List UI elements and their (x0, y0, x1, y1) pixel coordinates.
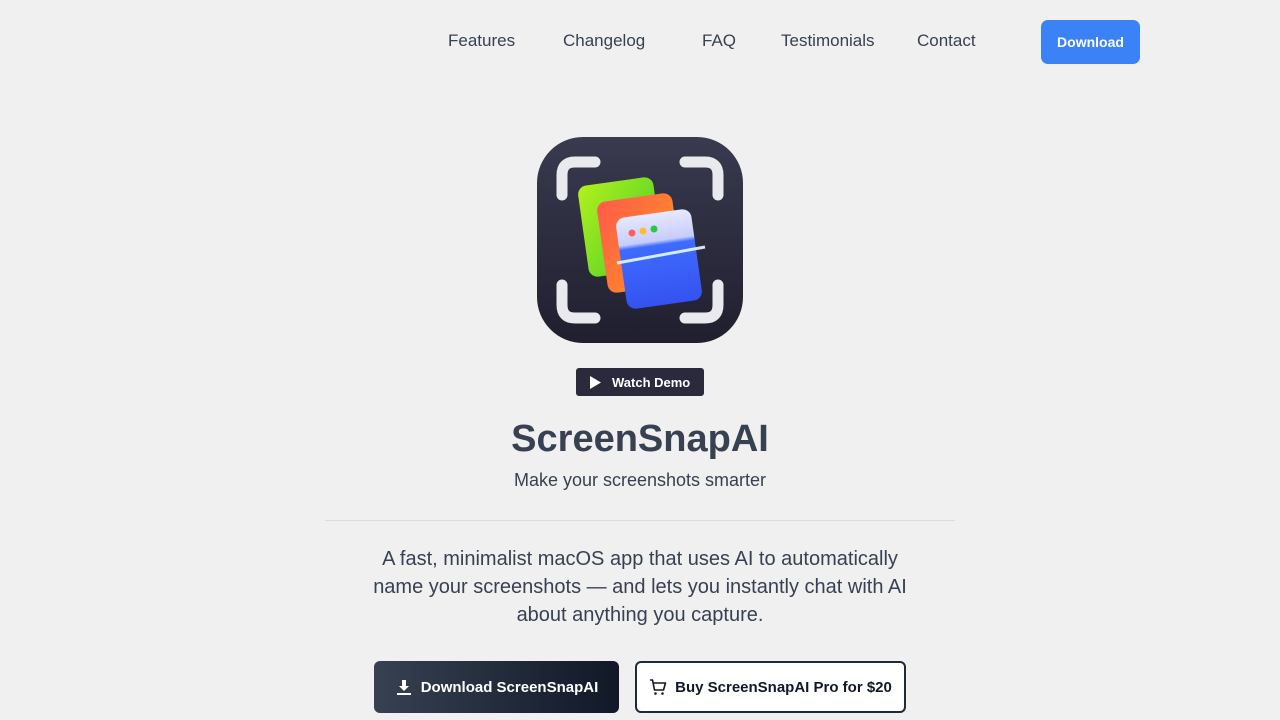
download-app-button[interactable]: Download ScreenSnapAI (374, 661, 619, 713)
nav-link-features[interactable]: Features (448, 31, 515, 51)
nav-download-button[interactable]: Download (1041, 20, 1140, 64)
cart-icon (650, 679, 667, 695)
nav-link-changelog[interactable]: Changelog (563, 31, 645, 51)
page-subtitle: Make your screenshots smarter (513, 470, 767, 490)
app-description: A fast, minimalist macOS app that uses A… (373, 548, 907, 626)
top-navigation: Features Changelog FAQ Testimonials Cont… (0, 20, 1280, 64)
nav-link-faq[interactable]: FAQ (702, 31, 736, 51)
play-icon (590, 375, 601, 389)
screenshot-app-icon (537, 137, 743, 343)
nav-link-contact[interactable]: Contact (917, 31, 976, 51)
download-icon (396, 680, 411, 695)
nav-link-testimonials[interactable]: Testimonials (781, 31, 875, 51)
watch-demo-label: Watch Demo (612, 374, 691, 390)
divider (325, 520, 955, 521)
buy-pro-button[interactable]: Buy ScreenSnapAI Pro for $20 (635, 661, 906, 713)
buy-pro-label: Buy ScreenSnapAI Pro for $20 (675, 678, 892, 696)
page-title: ScreenSnapAI (511, 418, 769, 460)
watch-demo-button[interactable]: Watch Demo (576, 368, 704, 396)
download-app-label: Download ScreenSnapAI (420, 678, 599, 696)
